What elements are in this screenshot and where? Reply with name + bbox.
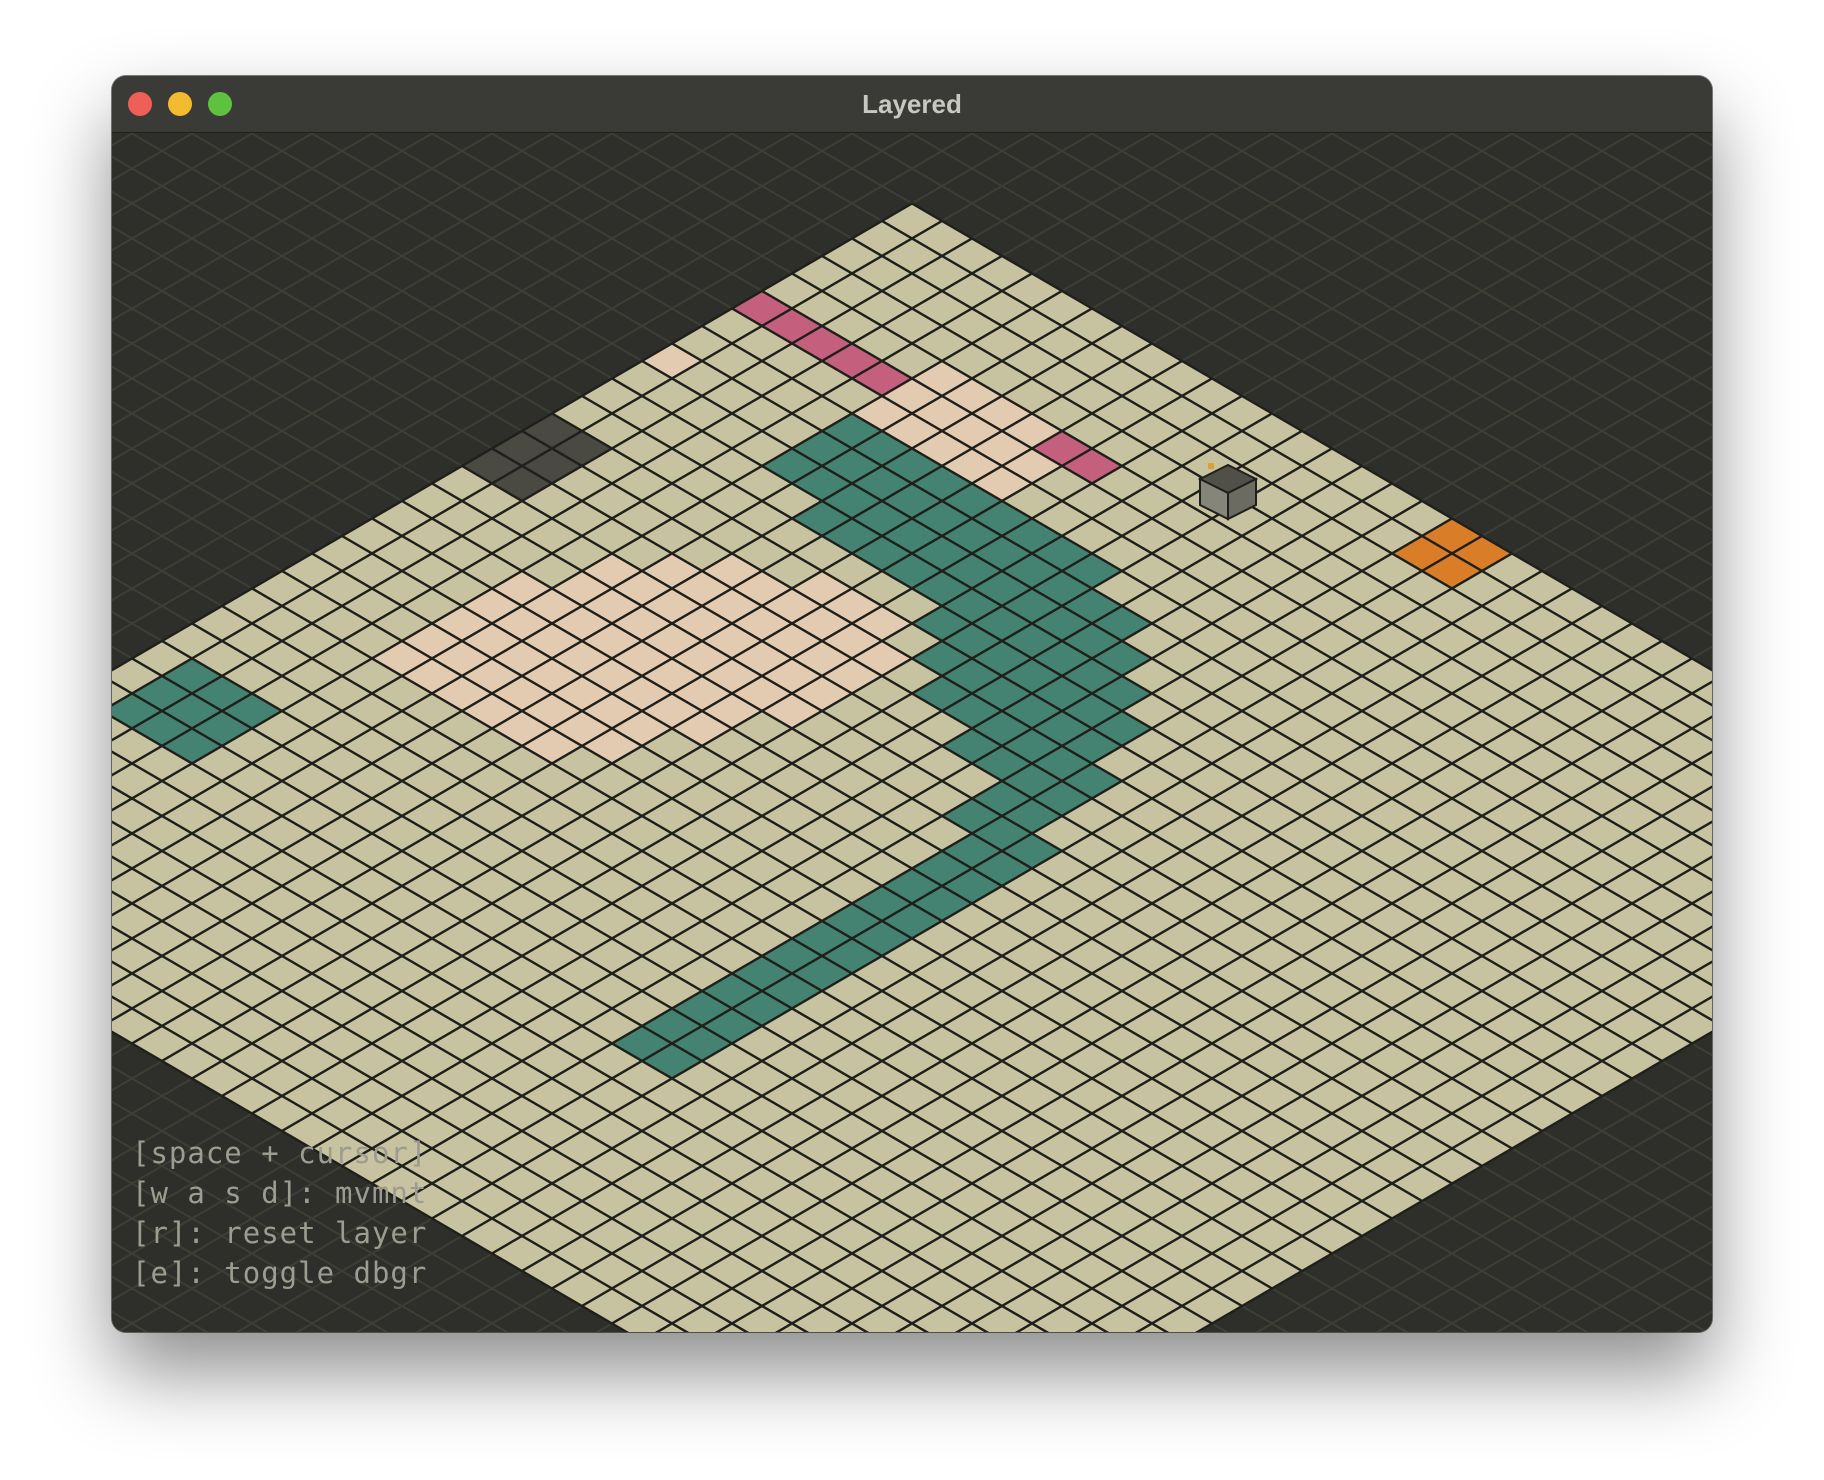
help-line-cursor: [space + cursor] (132, 1136, 428, 1170)
help-line-debugger: [e]: toggle dbgr (132, 1256, 428, 1290)
app-window: Layered [space + cursor] [w a s d]: mvmn… (112, 76, 1712, 1332)
help-line-movement: [w a s d]: mvmnt (132, 1176, 428, 1210)
window-title: Layered (862, 89, 962, 119)
titlebar: Layered (112, 76, 1712, 133)
game-viewport[interactable]: [space + cursor] [w a s d]: mvmnt [r]: r… (112, 133, 1712, 1332)
controls-help: [space + cursor] [w a s d]: mvmnt [r]: r… (132, 1133, 427, 1293)
help-line-reset: [r]: reset layer (132, 1216, 428, 1250)
